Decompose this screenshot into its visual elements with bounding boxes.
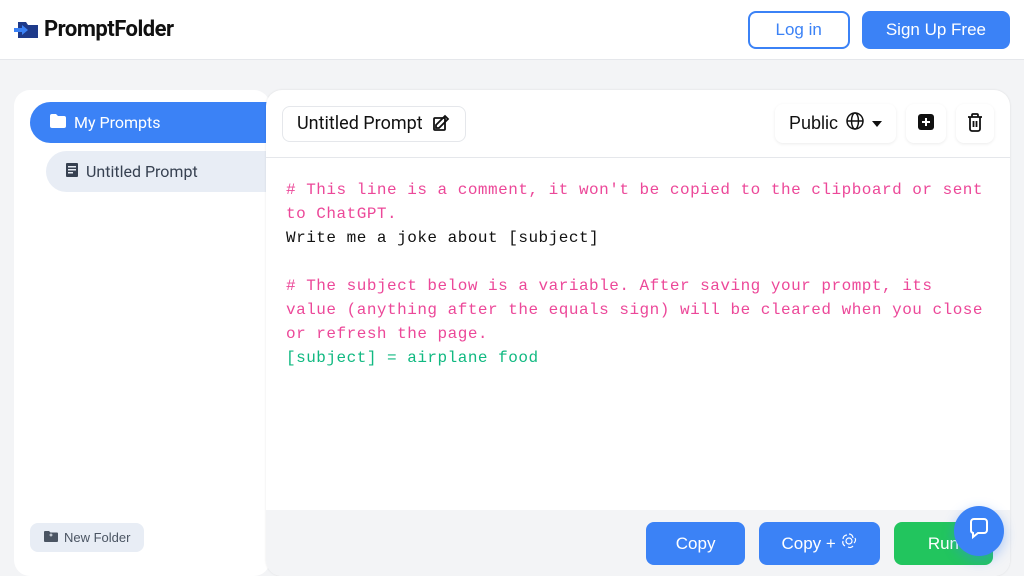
sidebar-folder-label: My Prompts [74,113,161,132]
delete-button[interactable] [956,104,994,143]
globe-icon [846,112,864,135]
editor-variable-line: [subject] = airplane food [286,349,539,367]
copy-button[interactable]: Copy [646,522,746,565]
edit-icon [433,113,451,135]
editor-comment-line: # The subject below is a variable. After… [286,277,993,343]
content-header-right: Public [775,104,994,143]
content: Untitled Prompt Public [266,90,1010,576]
signup-button[interactable]: Sign Up Free [862,11,1010,49]
folder-plus-icon [44,530,58,545]
sidebar-folder-my-prompts[interactable]: My Prompts [30,102,270,143]
chat-icon [967,517,991,545]
folder-icon [50,113,66,132]
login-button[interactable]: Log in [748,11,850,49]
copy-plus-label: Copy + [781,534,835,554]
sidebar-tree: My Prompts Untitled Prompt [14,102,270,523]
prompt-editor[interactable]: # This line is a comment, it won't be co… [266,158,1010,510]
chevron-down-icon [872,121,882,127]
plus-square-icon [916,112,936,135]
help-fab[interactable] [954,506,1004,556]
logo[interactable]: PromptFolder [14,17,174,42]
visibility-label: Public [789,113,838,134]
header: PromptFolder Log in Sign Up Free [0,0,1024,60]
header-buttons: Log in Sign Up Free [748,11,1011,49]
sidebar-item-label: Untitled Prompt [86,162,198,181]
main: My Prompts Untitled Prompt New Folder Un… [0,60,1024,576]
visibility-dropdown[interactable]: Public [775,104,896,143]
copy-chatgpt-button[interactable]: Copy + [759,522,879,565]
prompt-title: Untitled Prompt [297,113,423,134]
sidebar: My Prompts Untitled Prompt New Folder [14,90,270,576]
prompt-title-group[interactable]: Untitled Prompt [282,106,466,142]
sidebar-item-untitled-prompt[interactable]: Untitled Prompt [46,151,270,192]
new-folder-label: New Folder [64,530,130,545]
file-icon [66,162,78,181]
openai-icon [840,532,858,555]
editor-comment-line: # This line is a comment, it won't be co… [286,181,993,223]
editor-body-line: Write me a joke about [subject] [286,229,599,247]
brand-name: PromptFolder [44,17,174,42]
trash-icon [966,112,984,135]
add-button[interactable] [906,104,946,143]
content-header: Untitled Prompt Public [266,90,1010,158]
new-folder-button[interactable]: New Folder [30,523,144,552]
folder-arrow-icon [14,20,40,40]
bottom-bar: Copy Copy + Run [266,510,1010,576]
